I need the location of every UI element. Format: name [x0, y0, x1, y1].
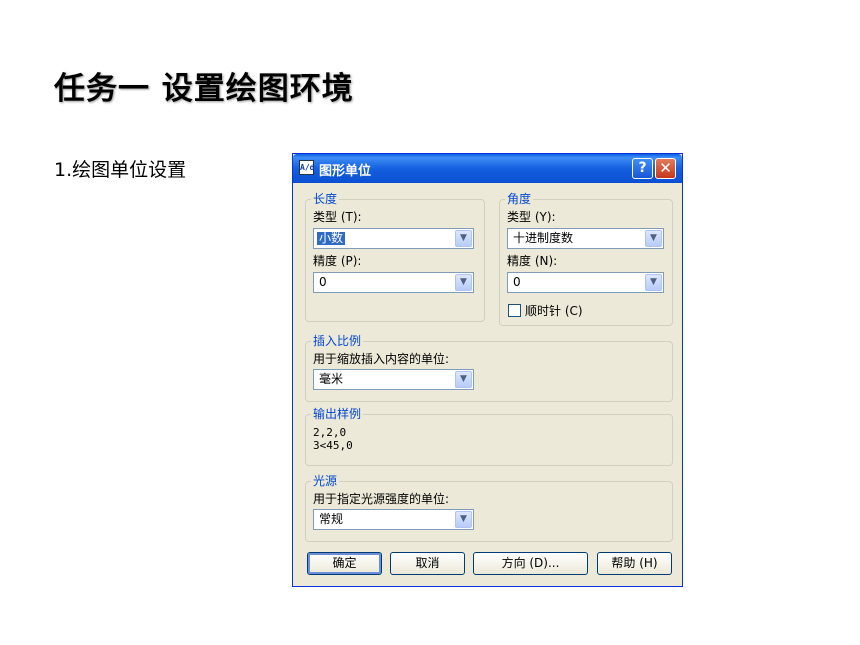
- cancel-button[interactable]: 取消: [390, 552, 465, 575]
- dialog-title: 图形单位: [319, 164, 372, 179]
- dialog-titlebar[interactable]: A/d 图形单位 ? ✕: [293, 154, 682, 183]
- length-type-label: 类型 (T):: [313, 210, 362, 224]
- slide-title: 任务一 设置绘图环境: [54, 71, 354, 107]
- clockwise-label[interactable]: 顺时针 (C): [525, 304, 583, 318]
- length-precision-dropdown[interactable]: 0 ▼: [313, 272, 474, 293]
- insertion-scale-label: 用于缩放插入内容的单位:: [313, 352, 450, 366]
- clockwise-checkbox[interactable]: [508, 304, 521, 317]
- insertion-scale-value: 毫米: [319, 372, 344, 386]
- length-legend: 长度: [311, 192, 340, 206]
- drawing-units-dialog: A/d 图形单位 ? ✕ 长度 类型 (T): 小数 ▼ 精度 (P): 0 ▼…: [292, 153, 683, 587]
- insertion-scale-dropdown[interactable]: 毫米 ▼: [313, 369, 474, 390]
- lighting-units-dropdown[interactable]: 常规 ▼: [313, 509, 474, 530]
- angle-precision-label: 精度 (N):: [507, 254, 558, 268]
- direction-button[interactable]: 方向 (D)...: [473, 552, 588, 575]
- length-precision-label: 精度 (P):: [313, 254, 362, 268]
- sample-output-legend: 输出样例: [311, 407, 364, 421]
- angle-group: 角度 类型 (Y): 十进制度数 ▼ 精度 (N): 0 ▼ 顺时针 (C): [499, 192, 673, 326]
- angle-type-dropdown[interactable]: 十进制度数 ▼: [507, 228, 664, 249]
- sample-output-line-1: 2,2,0: [313, 426, 347, 439]
- insertion-scale-legend: 插入比例: [311, 334, 364, 348]
- insertion-scale-group: 插入比例 用于缩放插入内容的单位: 毫米 ▼: [305, 334, 673, 402]
- chevron-down-icon[interactable]: ▼: [645, 274, 662, 291]
- lighting-units-label: 用于指定光源强度的单位:: [313, 492, 450, 506]
- lighting-legend: 光源: [311, 474, 340, 488]
- sample-output-group: 输出样例 2,2,0 3<45,0: [305, 407, 673, 466]
- length-precision-value: 0: [319, 275, 327, 289]
- length-type-dropdown[interactable]: 小数 ▼: [313, 228, 474, 249]
- chevron-down-icon[interactable]: ▼: [645, 230, 662, 247]
- help-question-button[interactable]: ?: [632, 158, 653, 179]
- angle-precision-value: 0: [513, 275, 521, 289]
- lighting-group: 光源 用于指定光源强度的单位: 常规 ▼: [305, 474, 673, 542]
- chevron-down-icon[interactable]: ▼: [455, 274, 472, 291]
- angle-legend: 角度: [505, 192, 534, 206]
- slide-bullet-text: 1.绘图单位设置: [54, 159, 187, 181]
- angle-type-label: 类型 (Y):: [507, 210, 556, 224]
- angle-precision-dropdown[interactable]: 0 ▼: [507, 272, 664, 293]
- close-button[interactable]: ✕: [655, 158, 676, 179]
- chevron-down-icon[interactable]: ▼: [455, 230, 472, 247]
- length-type-value: 小数: [317, 231, 346, 245]
- angle-type-value: 十进制度数: [513, 231, 574, 245]
- chevron-down-icon[interactable]: ▼: [455, 371, 472, 388]
- length-group: 长度 类型 (T): 小数 ▼ 精度 (P): 0 ▼: [305, 192, 485, 322]
- sample-output-line-2: 3<45,0: [313, 439, 353, 452]
- help-button[interactable]: 帮助 (H): [597, 552, 672, 575]
- autocad-app-icon: A/d: [299, 160, 314, 175]
- chevron-down-icon[interactable]: ▼: [455, 511, 472, 528]
- ok-button[interactable]: 确定: [307, 552, 382, 575]
- lighting-units-value: 常规: [319, 512, 344, 526]
